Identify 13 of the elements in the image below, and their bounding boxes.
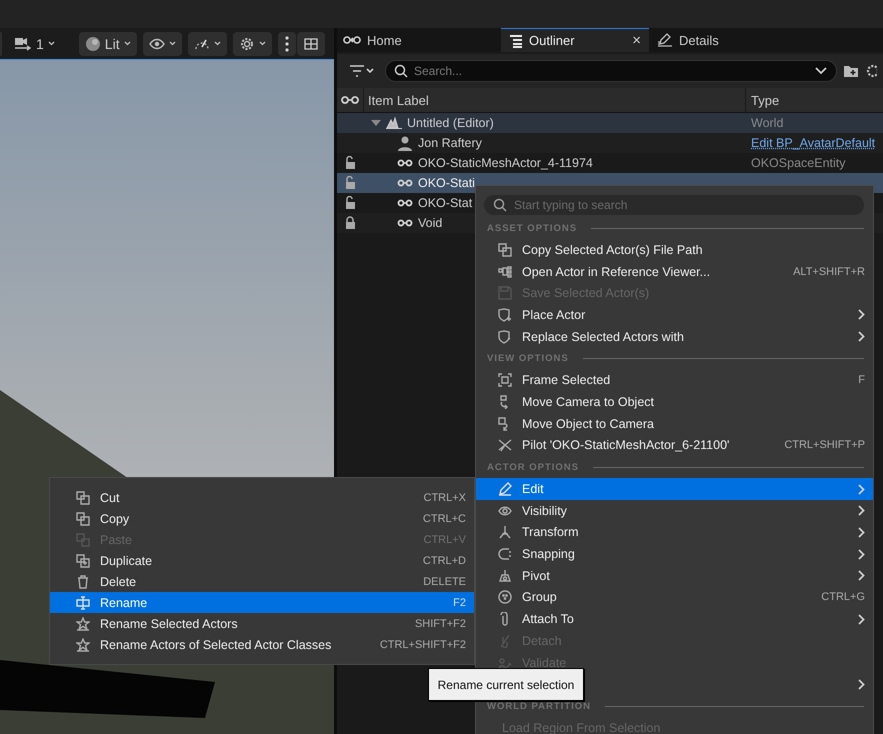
section-heading: ACTOR OPTIONS <box>487 462 579 473</box>
row-label: OKO-Stat <box>418 196 472 210</box>
section-heading: WORLD PARTITION <box>487 700 592 712</box>
row-label: OKO-StaticMeshActor_4-11974 <box>418 156 593 170</box>
row-label: Jon Raftery <box>418 136 482 150</box>
row-label: Void <box>418 216 442 230</box>
section-heading: ASSET OPTIONS <box>487 222 578 234</box>
type-cell: OKOSpaceEntity <box>751 156 846 170</box>
section-heading: VIEW OPTIONS <box>487 352 569 364</box>
tooltip: Rename current selection <box>428 668 584 701</box>
row-label: OKO-Stati <box>418 176 475 190</box>
row-label: Untitled (Editor) <box>407 116 494 130</box>
type-cell: World <box>751 116 784 130</box>
